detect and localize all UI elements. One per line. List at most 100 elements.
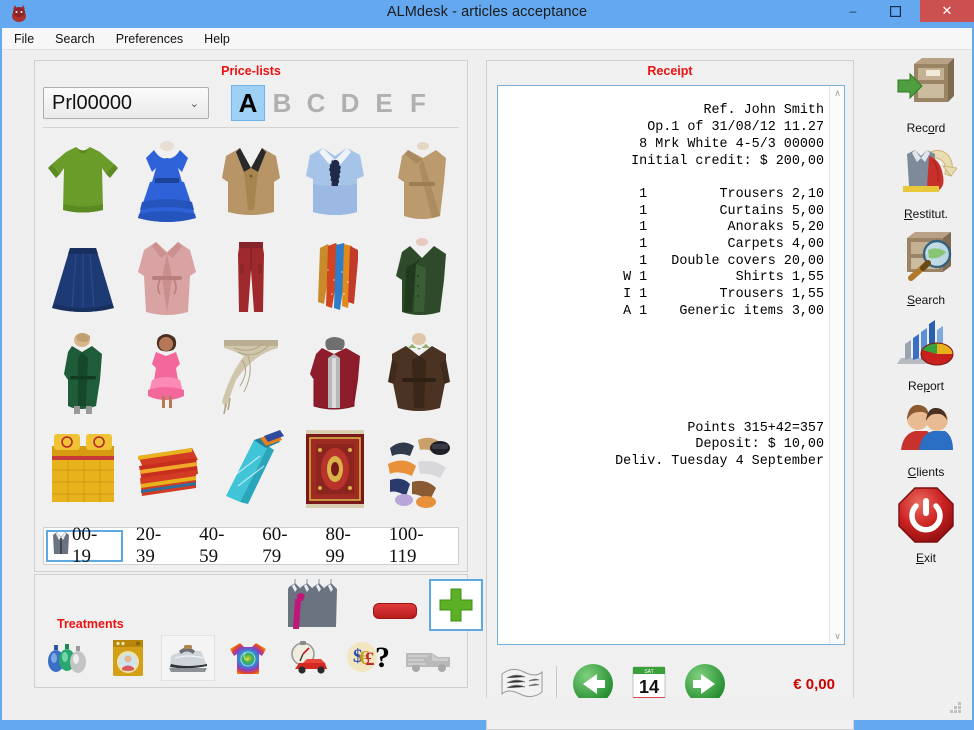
range-label: 00-19 (72, 524, 98, 567)
article-jacket-green[interactable] (377, 229, 461, 325)
article-ties-assorted[interactable] (293, 229, 377, 325)
svg-text:£: £ (365, 649, 375, 670)
power-off-icon (897, 486, 955, 549)
window-title: ALMdesk - articles acceptance (386, 4, 588, 20)
calendar-month-text: SAT (644, 669, 653, 675)
sidebar-label-exit: Exit (915, 551, 936, 565)
menu-help[interactable]: Help (204, 32, 230, 46)
filing-cabinet-in-icon (896, 56, 956, 119)
article-shirt-blue-with-tie[interactable] (293, 133, 377, 229)
article-curtain-beige[interactable] (209, 325, 293, 421)
treatments-list: $ € £ ? (41, 633, 461, 683)
suit-icon (52, 530, 70, 562)
article-bed-covers-yellow[interactable] (41, 421, 125, 517)
treatment-tie-dye-shirt-icon[interactable] (221, 635, 275, 681)
minimize-button[interactable]: – (832, 0, 874, 22)
price-list-value: Prl00000 (52, 91, 133, 114)
treatments-panel: Treatments $ € £ ? (34, 574, 483, 688)
price-range-tabs: 00-19 20-39 40-59 60-79 80-99 100-119 (43, 524, 459, 567)
sidebar-item-record[interactable]: Record (880, 56, 972, 144)
article-carpet-persian[interactable] (293, 421, 377, 517)
treatment-ironing-icon[interactable] (161, 635, 216, 681)
sidebar-label-search: Search (906, 293, 946, 307)
menu-file[interactable]: File (14, 32, 34, 46)
treatment-dyeing-icon[interactable] (41, 635, 95, 681)
close-button[interactable]: ✕ (920, 0, 974, 22)
sidebar-item-search[interactable]: Search (880, 228, 972, 316)
range-tab-80-99[interactable]: 80-99 (317, 524, 376, 567)
article-child-dress-pink[interactable] (125, 325, 209, 421)
range-tab-40-59[interactable]: 40-59 (190, 524, 249, 567)
price-list-select[interactable]: Prl00000 ⌄ (43, 87, 209, 119)
title-bar: ALMdesk - articles acceptance – ✕ (0, 0, 974, 28)
client-area: Price-lists Prl00000 ⌄ A B C D E F 00-19… (2, 50, 972, 730)
price-list-letter-tabs: A B C D E F (231, 85, 435, 121)
treatment-delivery-van-icon[interactable] (401, 635, 455, 681)
suits-rack-icon[interactable] (285, 579, 347, 636)
article-blankets-red-folded[interactable] (125, 421, 209, 517)
receipt-total: € 0,00 (793, 675, 835, 693)
divider (556, 666, 557, 702)
range-tab-20-39[interactable]: 20-39 (127, 524, 186, 567)
chevron-down-icon: ⌄ (189, 98, 199, 110)
svg-text:?: ? (375, 641, 390, 674)
scroll-up-icon[interactable]: ∧ (830, 86, 844, 101)
status-bar (2, 698, 972, 720)
add-article-button[interactable] (429, 579, 483, 631)
article-coat-camel[interactable] (377, 133, 461, 229)
letter-tab-d[interactable]: D (333, 85, 367, 121)
bar-pie-chart-icon (895, 314, 957, 377)
article-sweatshirt-green[interactable] (41, 133, 125, 229)
range-tab-00-19[interactable]: 00-19 (46, 524, 123, 567)
treatment-currency-question-icon[interactable]: $ € £ ? (341, 635, 395, 681)
svg-text:14: 14 (639, 677, 659, 697)
range-tab-60-79[interactable]: 60-79 (253, 524, 312, 567)
receipt-scrollbar[interactable]: ∧ ∨ (829, 86, 844, 644)
range-tab-100-119[interactable]: 100-119 (380, 524, 456, 567)
garments-return-icon (895, 142, 958, 205)
article-towels-turquoise[interactable] (209, 421, 293, 517)
menu-search[interactable]: Search (55, 32, 95, 46)
letter-tab-b[interactable]: B (265, 85, 299, 121)
sidebar-label-record: Record (906, 121, 946, 135)
letter-tab-c[interactable]: C (299, 85, 333, 121)
article-leather-coat-brown[interactable] (377, 325, 461, 421)
window-controls: – ✕ (832, 0, 974, 28)
price-lists-title: Price-lists (221, 64, 281, 78)
sidebar-item-report[interactable]: Report (880, 314, 972, 402)
treatment-express-timer-icon[interactable] (281, 635, 335, 681)
sidebar-label-report: Report (907, 379, 945, 393)
menu-preferences[interactable]: Preferences (116, 32, 183, 46)
article-raincoat-green[interactable] (41, 325, 125, 421)
sidebar-item-exit[interactable]: Exit (880, 486, 972, 574)
cabinet-magnifier-icon (895, 228, 957, 291)
treatment-washing-machine-icon[interactable] (101, 635, 155, 681)
application-window: ALMdesk - articles acceptance – ✕ File S… (0, 0, 974, 730)
treatments-label: Treatments (57, 617, 124, 631)
article-grid (41, 133, 461, 533)
receipt-title: Receipt (647, 64, 693, 78)
sidebar-item-restitution[interactable]: Restitut. (880, 142, 972, 230)
receipt-content: Ref. John Smith Op.1 of 31/08/12 11.27 8… (615, 103, 824, 470)
article-dress-blue[interactable] (125, 133, 209, 229)
menu-bar: File Search Preferences Help (2, 28, 972, 50)
article-anorak-red[interactable] (293, 325, 377, 421)
article-robe-pink[interactable] (125, 229, 209, 325)
divider (43, 127, 459, 128)
article-trousers-red[interactable] (209, 229, 293, 325)
receipt-panel: Receipt Ref. John Smith Op.1 of 31/08/12… (486, 60, 854, 730)
article-accessories-assorted[interactable] (377, 421, 461, 517)
scroll-down-icon[interactable]: ∨ (830, 629, 844, 644)
sidebar-item-clients[interactable]: Clients (880, 400, 972, 488)
article-jacket-tan[interactable] (209, 133, 293, 229)
letter-tab-f[interactable]: F (401, 85, 435, 121)
price-lists-panel: Price-lists Prl00000 ⌄ A B C D E F 00-19… (34, 60, 468, 572)
resize-grip[interactable] (950, 702, 962, 714)
article-skirt-navy[interactable] (41, 229, 125, 325)
maximize-button[interactable] (874, 0, 916, 22)
remove-article-button[interactable] (373, 603, 417, 619)
sidebar-label-clients: Clients (907, 465, 945, 479)
receipt-textarea[interactable]: Ref. John Smith Op.1 of 31/08/12 11.27 8… (497, 85, 845, 645)
letter-tab-a[interactable]: A (231, 85, 265, 121)
letter-tab-e[interactable]: E (367, 85, 401, 121)
